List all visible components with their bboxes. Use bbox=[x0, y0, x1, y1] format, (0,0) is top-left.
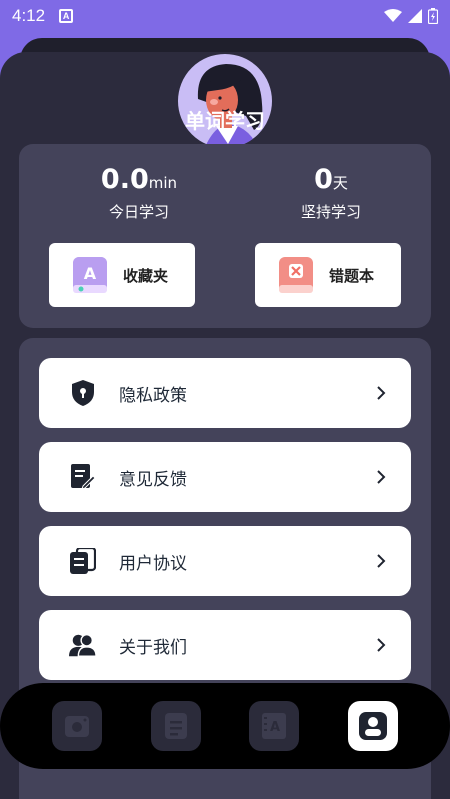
menu-label-user-agreement: 用户协议 bbox=[119, 553, 187, 574]
menu-item-about-us[interactable]: 关于我们 bbox=[39, 610, 411, 680]
stat-streak: 0天 坚持学习 bbox=[251, 164, 411, 222]
stat-streak-number: 0 bbox=[314, 164, 333, 195]
stat-streak-unit: 天 bbox=[332, 174, 348, 192]
status-time: 4:12 bbox=[12, 6, 46, 25]
dictionary-icon: A bbox=[262, 713, 287, 739]
tab-profile[interactable] bbox=[347, 701, 398, 751]
menu-item-feedback[interactable]: 意见反馈 bbox=[39, 442, 411, 512]
app-title: 单词学习 bbox=[185, 109, 265, 133]
stat-today-label: 今日学习 bbox=[108, 203, 169, 221]
signal-icon bbox=[408, 9, 422, 23]
chevron-right-icon bbox=[377, 554, 386, 568]
avatar-illustration bbox=[197, 64, 263, 148]
bottom-tab-bar: A bbox=[0, 683, 450, 769]
chevron-right-icon bbox=[377, 638, 386, 652]
menu-item-user-agreement[interactable]: 用户协议 bbox=[39, 526, 411, 596]
menu-label-about-us: 关于我们 bbox=[119, 637, 187, 658]
stat-today: 0.0min 今日学习 bbox=[59, 164, 219, 222]
stat-streak-value: 0天 bbox=[251, 164, 411, 195]
menu-label-privacy-policy: 隐私政策 bbox=[119, 385, 187, 406]
wifi-icon bbox=[384, 9, 402, 22]
tab-list[interactable] bbox=[150, 701, 201, 751]
a-icon: A bbox=[59, 9, 74, 23]
menu-label-feedback: 意见反馈 bbox=[119, 469, 187, 490]
wrong-answers-book-icon bbox=[279, 257, 313, 293]
profile-icon bbox=[358, 712, 387, 740]
status-icons bbox=[384, 8, 438, 24]
document-stack-icon bbox=[69, 547, 97, 575]
list-icon bbox=[164, 713, 187, 739]
avatar bbox=[176, 52, 274, 150]
stat-today-number: 0.0 bbox=[100, 164, 149, 195]
favorites-label: 收藏夹 bbox=[123, 266, 169, 285]
wrong-answers-label: 错题本 bbox=[329, 266, 375, 285]
stat-today-value: 0.0min bbox=[59, 164, 219, 195]
chevron-right-icon bbox=[377, 386, 386, 400]
feedback-edit-icon bbox=[69, 463, 97, 491]
tab-camera[interactable] bbox=[52, 701, 103, 751]
favorites-book-icon: A bbox=[73, 257, 107, 293]
camera-icon bbox=[65, 716, 90, 737]
users-icon bbox=[69, 631, 97, 659]
chevron-right-icon bbox=[377, 470, 386, 484]
wrong-answers-button[interactable]: 错题本 bbox=[255, 243, 401, 307]
stat-streak-label: 坚持学习 bbox=[300, 203, 361, 221]
svg-text:A: A bbox=[270, 720, 280, 735]
stats-card: 0.0min 今日学习 0天 坚持学习 A 收藏夹 错题本 bbox=[19, 144, 431, 328]
stat-today-unit: min bbox=[148, 174, 178, 192]
status-bar: 4:12 A bbox=[0, 0, 450, 32]
battery-icon bbox=[428, 8, 438, 24]
favorites-button[interactable]: A 收藏夹 bbox=[49, 243, 195, 307]
svg-text:A: A bbox=[84, 264, 97, 283]
shield-lock-icon bbox=[69, 379, 97, 407]
tab-dictionary[interactable]: A bbox=[249, 701, 300, 751]
menu-item-privacy-policy[interactable]: 隐私政策 bbox=[39, 358, 411, 428]
